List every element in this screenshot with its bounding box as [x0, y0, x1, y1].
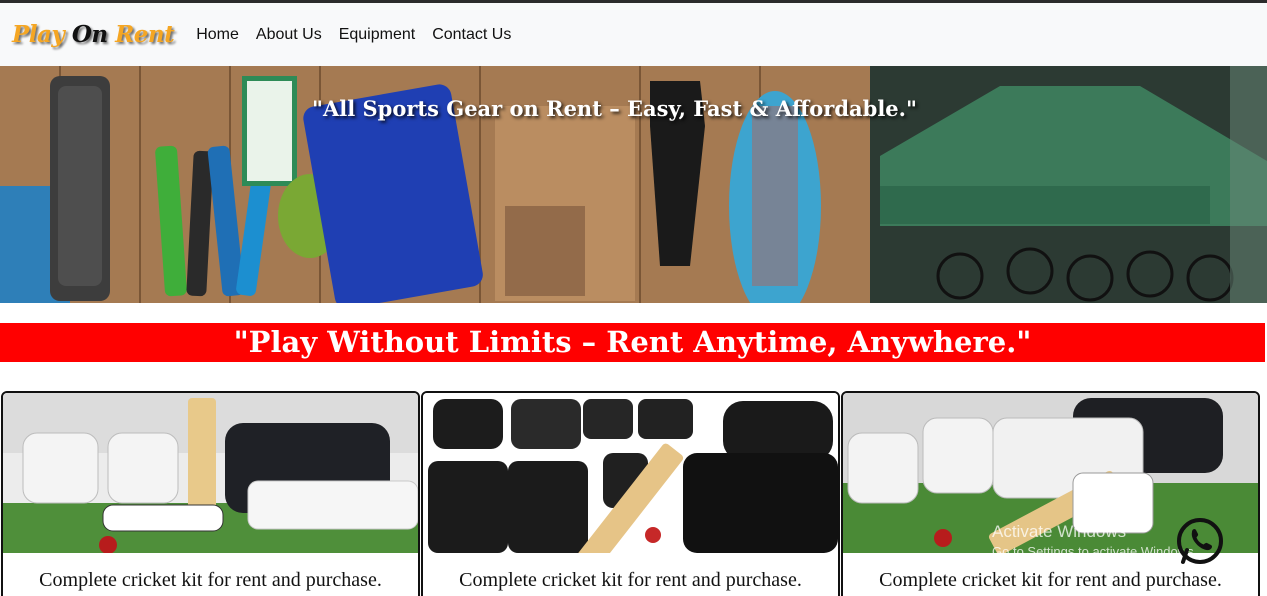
product-caption: Complete cricket kit for rent and purcha…	[39, 569, 382, 591]
nav-link-home[interactable]: Home	[196, 26, 239, 44]
navbar: Play On Rent Home About Us Equipment Con…	[0, 3, 1267, 66]
product-card[interactable]: Complete cricket kit for rent and purcha…	[1, 391, 420, 596]
nav-link-about-us[interactable]: About Us	[256, 26, 322, 44]
promo-banner: "Play Without Limits – Rent Anytime, Any…	[0, 323, 1265, 362]
brand-part-rent: Rent	[115, 21, 175, 48]
product-caption: Complete cricket kit for rent and purcha…	[459, 569, 802, 591]
whatsapp-icon[interactable]	[1174, 515, 1226, 567]
product-image	[3, 393, 418, 553]
product-cards: Complete cricket kit for rent and purcha…	[0, 391, 1267, 596]
windows-activation-watermark: Activate Windows Go to Settings to activ…	[992, 522, 1197, 559]
nav-link-contact-us[interactable]: Contact Us	[432, 26, 511, 44]
watermark-title: Activate Windows	[992, 522, 1127, 541]
banner-tagline: "Play Without Limits – Rent Anytime, Any…	[233, 325, 1032, 359]
brand-part-play: Play	[12, 21, 65, 48]
brand-part-on: On	[71, 21, 108, 48]
brand-logo[interactable]: Play On Rent	[12, 21, 175, 48]
watermark-subtitle: Go to Settings to activate Windows.	[992, 544, 1198, 559]
nav-links: Home About Us Equipment Contact Us	[196, 26, 528, 44]
product-caption: Complete cricket kit for rent and purcha…	[879, 569, 1222, 591]
hero-section: "All Sports Gear on Rent – Easy, Fast & …	[0, 66, 1267, 303]
product-image	[423, 393, 838, 553]
product-card[interactable]: Complete cricket kit for rent and purcha…	[421, 391, 840, 596]
nav-link-equipment[interactable]: Equipment	[339, 26, 416, 44]
hero-tagline: "All Sports Gear on Rent – Easy, Fast & …	[312, 96, 917, 121]
